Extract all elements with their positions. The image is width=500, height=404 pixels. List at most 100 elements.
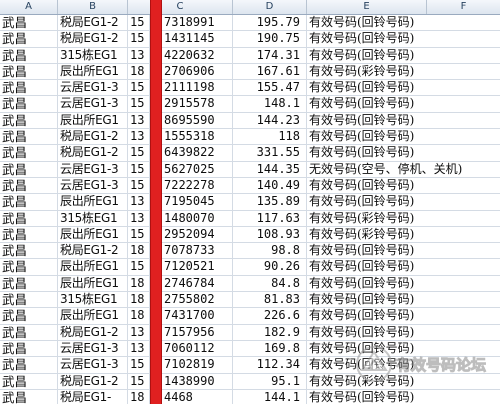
cell-branch[interactable]: 云居EG1-3 <box>58 80 128 96</box>
cell-phone-suffix[interactable]: 7078733 <box>150 243 233 259</box>
cell-branch[interactable]: 税局EG1-2 <box>58 145 128 161</box>
cell-amount[interactable]: 144.35 <box>233 161 307 177</box>
column-header-b[interactable]: B <box>58 0 128 14</box>
cell-phone-prefix[interactable]: 15 <box>128 373 150 389</box>
cell-branch[interactable]: 税局EG1-2 <box>58 15 128 31</box>
cell-city[interactable]: 武昌 <box>0 112 58 129</box>
cell-city[interactable]: 武昌 <box>0 357 58 373</box>
cell-branch[interactable]: 辰出所EG1 <box>58 194 128 210</box>
cell-phone-suffix[interactable]: 7222278 <box>150 177 233 194</box>
cell-status[interactable]: 有效号码(回铃号码) <box>307 96 500 111</box>
cell-amount[interactable]: 331.55 <box>233 145 307 161</box>
cell-phone-suffix[interactable]: 4468 <box>150 389 233 404</box>
cell-status[interactable]: 有效号码(回铃号码) <box>307 113 500 128</box>
cell-city[interactable]: 武昌 <box>0 63 58 80</box>
cell-phone-prefix[interactable]: 15 <box>128 161 150 177</box>
cell-phone-prefix[interactable]: 13 <box>128 129 150 145</box>
cell-phone-prefix[interactable]: 13 <box>128 210 150 226</box>
cell-status[interactable]: 有效号码(回铃号码) <box>307 80 500 95</box>
cell-city[interactable]: 武昌 <box>0 243 58 259</box>
cell-phone-suffix[interactable]: 7157956 <box>150 324 233 340</box>
cell-status[interactable]: 有效号码(回铃号码) <box>307 31 500 46</box>
cell-phone-prefix[interactable]: 13 <box>128 324 150 340</box>
cell-amount[interactable]: 140.49 <box>233 177 307 194</box>
column-header-f[interactable]: F <box>427 0 500 14</box>
cell-phone-suffix[interactable]: 1480070 <box>150 210 233 226</box>
cell-amount[interactable]: 135.89 <box>233 194 307 210</box>
cell-phone-prefix[interactable]: 18 <box>128 275 150 292</box>
cell-phone-prefix[interactable]: 15 <box>128 226 150 243</box>
cell-phone-suffix[interactable]: 7120521 <box>150 259 233 275</box>
cell-status[interactable]: 有效号码(回铃号码) <box>307 194 500 209</box>
cell-city[interactable]: 武昌 <box>0 145 58 161</box>
cell-phone-suffix[interactable]: 2915578 <box>150 96 233 112</box>
cell-status[interactable]: 有效号码(回铃号码) <box>307 129 500 144</box>
cell-amount[interactable]: 117.63 <box>233 210 307 226</box>
cell-city[interactable]: 武昌 <box>0 161 58 177</box>
cell-branch[interactable]: 辰出所EG1 <box>58 308 128 324</box>
cell-phone-prefix[interactable]: 13 <box>128 47 150 63</box>
cell-branch[interactable]: 云居EG1-3 <box>58 161 128 177</box>
column-header-e[interactable]: E <box>307 0 427 14</box>
cell-branch[interactable]: 辰出所EG1 <box>58 112 128 129</box>
cell-status[interactable]: 有效号码(回铃号码) <box>307 145 500 160</box>
cell-city[interactable]: 武昌 <box>0 80 58 96</box>
cell-amount[interactable]: 155.47 <box>233 80 307 96</box>
cell-city[interactable]: 武昌 <box>0 275 58 292</box>
cell-branch[interactable]: 辰出所EG1 <box>58 259 128 275</box>
cell-amount[interactable]: 144.23 <box>233 112 307 129</box>
cell-branch[interactable]: 税局EG1-2 <box>58 129 128 145</box>
cell-amount[interactable]: 81.83 <box>233 292 307 308</box>
cell-phone-prefix[interactable]: 13 <box>128 112 150 129</box>
cell-status[interactable]: 有效号码(回铃号码) <box>307 259 500 274</box>
cell-amount[interactable]: 167.61 <box>233 63 307 80</box>
cell-city[interactable]: 武昌 <box>0 373 58 389</box>
cell-phone-suffix[interactable]: 4220632 <box>150 47 233 63</box>
cell-status[interactable]: 有效号码(回铃号码) <box>307 276 500 291</box>
cell-phone-prefix[interactable]: 15 <box>128 177 150 194</box>
cell-branch[interactable]: 辰出所EG1 <box>58 275 128 292</box>
cell-status[interactable]: 有效号码(回铃号码) <box>307 15 500 30</box>
cell-city[interactable]: 武昌 <box>0 308 58 324</box>
column-header-a[interactable]: A <box>0 0 58 14</box>
cell-branch[interactable]: 税局EG1-2 <box>58 243 128 259</box>
cell-phone-prefix[interactable]: 13 <box>128 340 150 357</box>
cell-amount[interactable]: 174.31 <box>233 47 307 63</box>
cell-phone-suffix[interactable]: 5627025 <box>150 161 233 177</box>
cell-branch[interactable]: 315栋EG1 <box>58 47 128 63</box>
cell-city[interactable]: 武昌 <box>0 324 58 340</box>
cell-phone-suffix[interactable]: 7102819 <box>150 357 233 373</box>
cell-amount[interactable]: 182.9 <box>233 324 307 340</box>
cell-amount[interactable]: 169.8 <box>233 340 307 357</box>
cell-amount[interactable]: 112.34 <box>233 357 307 373</box>
cell-phone-suffix[interactable]: 7431700 <box>150 308 233 324</box>
cell-phone-prefix[interactable]: 15 <box>128 357 150 373</box>
cell-phone-suffix[interactable]: 6439822 <box>150 145 233 161</box>
cell-amount[interactable]: 195.79 <box>233 15 307 31</box>
cell-branch[interactable]: 云居EG1-3 <box>58 177 128 194</box>
cell-status[interactable]: 有效号码(彩铃号码) <box>307 64 500 79</box>
cell-phone-prefix[interactable]: 13 <box>128 194 150 210</box>
cell-city[interactable]: 武昌 <box>0 292 58 308</box>
cell-city[interactable]: 武昌 <box>0 129 58 145</box>
cell-phone-suffix[interactable]: 7195045 <box>150 194 233 210</box>
cell-amount[interactable]: 108.93 <box>233 226 307 243</box>
cell-city[interactable]: 武昌 <box>0 226 58 243</box>
cell-status[interactable]: 有效号码(回铃号码) <box>307 390 500 404</box>
column-header-d[interactable]: D <box>233 0 307 14</box>
cell-amount[interactable]: 144.1 <box>233 389 307 404</box>
cell-phone-prefix[interactable]: 15 <box>128 145 150 161</box>
cell-city[interactable]: 武昌 <box>0 194 58 210</box>
cell-branch[interactable]: 云居EG1-3 <box>58 340 128 357</box>
cell-amount[interactable]: 148.1 <box>233 96 307 112</box>
cell-phone-suffix[interactable]: 7060112 <box>150 340 233 357</box>
cell-status[interactable]: 有效号码(回铃号码) <box>307 292 500 307</box>
cell-amount[interactable]: 118 <box>233 129 307 145</box>
cell-phone-prefix[interactable]: 18 <box>128 308 150 324</box>
cell-branch[interactable]: 税局EG1-2 <box>58 373 128 389</box>
cell-amount[interactable]: 84.8 <box>233 275 307 292</box>
cell-status[interactable]: 有效号码(回铃号码) <box>307 308 500 323</box>
cell-branch[interactable]: 辰出所EG1 <box>58 226 128 243</box>
cell-status[interactable]: 有效号码(回铃号码) <box>307 48 500 63</box>
cell-phone-prefix[interactable]: 18 <box>128 243 150 259</box>
